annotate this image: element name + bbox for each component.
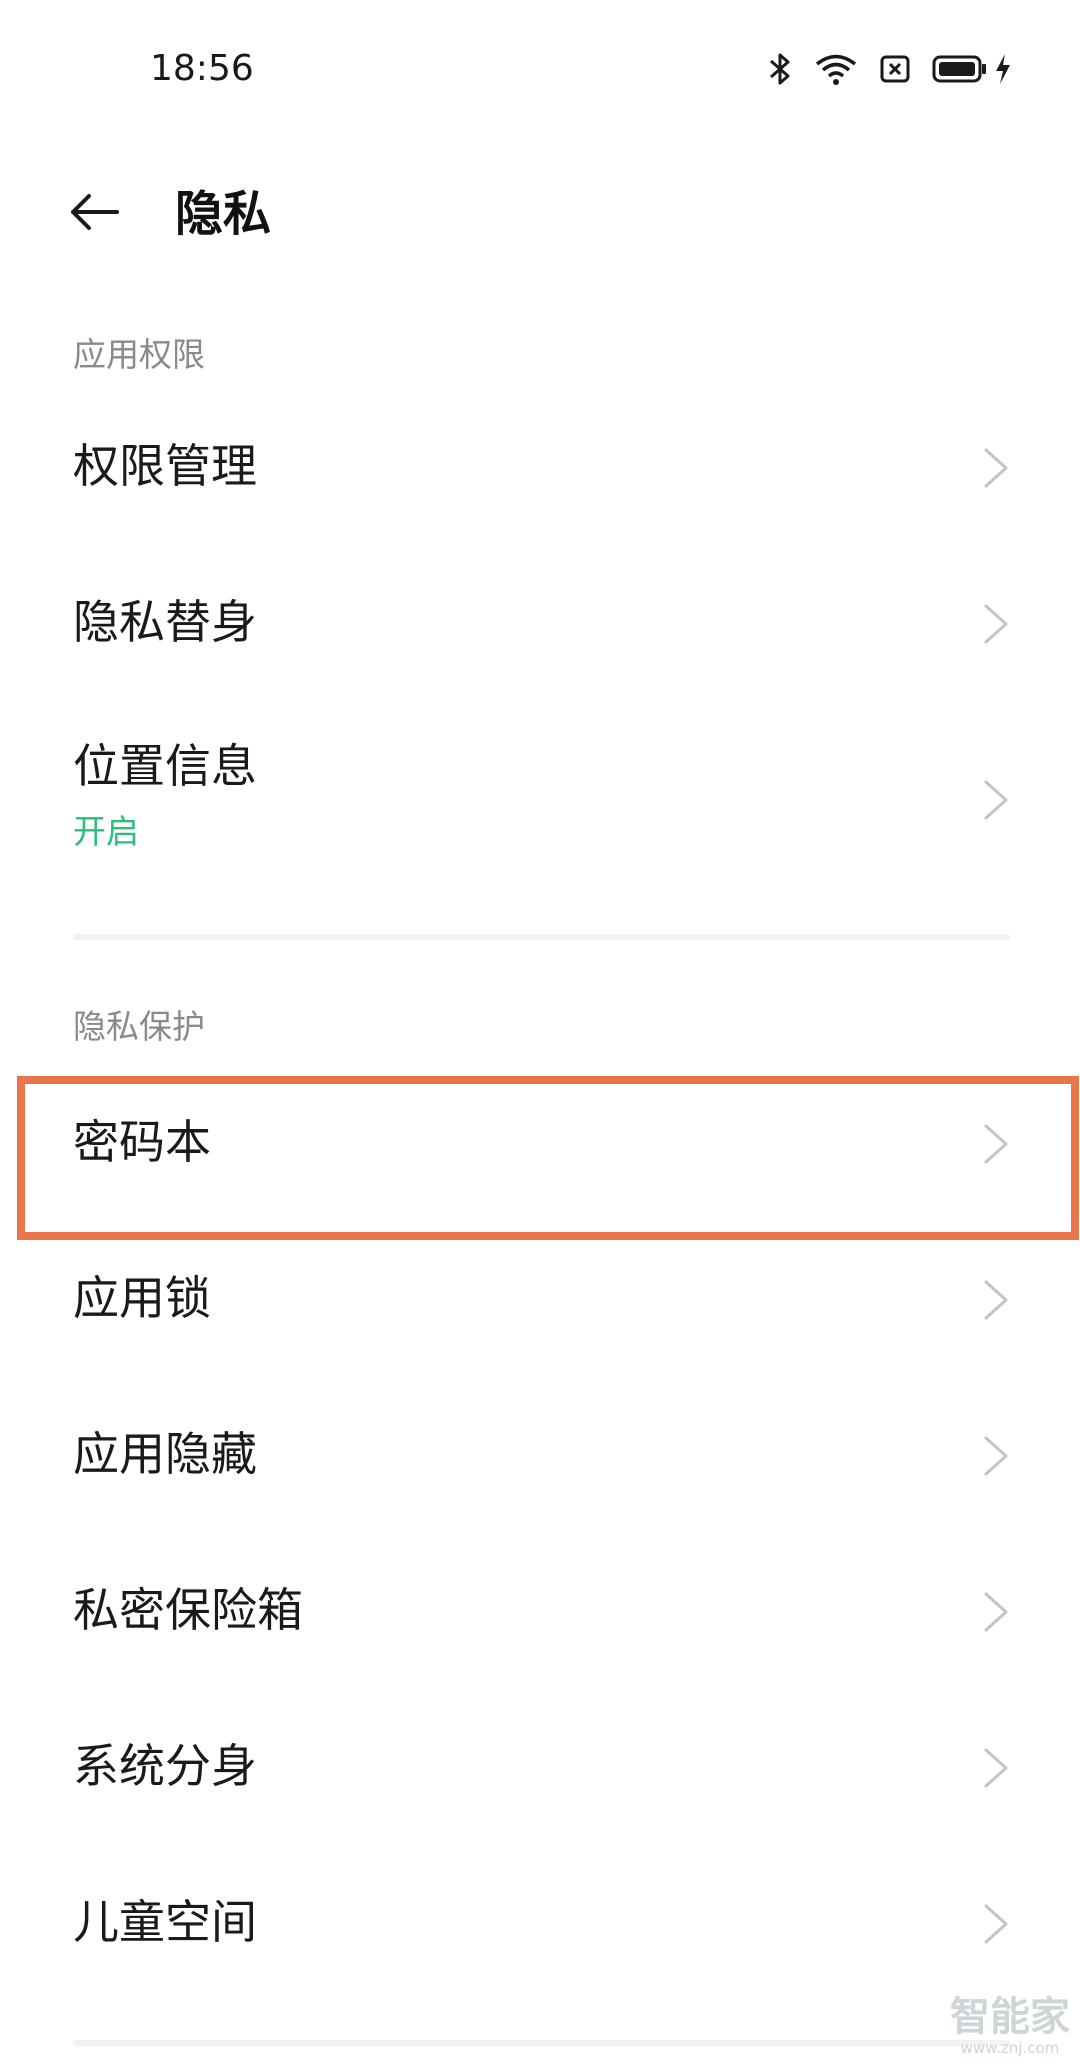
arrow-left-icon	[69, 192, 119, 236]
section-divider	[73, 934, 1010, 940]
status-time: 18:56	[150, 48, 254, 89]
list-item-kids-space[interactable]: 儿童空间	[0, 1864, 1080, 1984]
status-icons	[768, 52, 1012, 86]
list-item-label: 位置信息	[73, 739, 257, 793]
location-status: 开启	[73, 812, 139, 851]
watermark-sub: www.znj.com	[960, 2039, 1060, 2057]
list-item-label: 私密保险箱	[73, 1583, 303, 1637]
highlight-annotation	[17, 1076, 1079, 1240]
charging-icon	[994, 53, 1012, 85]
list-item-label: 隐私替身	[73, 595, 257, 649]
chevron-right-icon	[980, 1588, 1012, 1636]
list-item-label: 应用锁	[73, 1271, 211, 1325]
list-item-location[interactable]: 位置信息 开启	[0, 720, 1080, 880]
chevron-right-icon	[980, 1744, 1012, 1792]
chevron-right-icon	[980, 444, 1012, 492]
chevron-right-icon	[980, 600, 1012, 648]
chevron-right-icon	[980, 776, 1012, 824]
back-button[interactable]	[64, 184, 124, 244]
list-item-permission-management[interactable]: 权限管理	[0, 408, 1080, 528]
list-item-label: 儿童空间	[73, 1895, 257, 1949]
section-title-privacy-protection: 隐私保护	[73, 1007, 205, 1046]
section-divider	[73, 2040, 1010, 2046]
list-item-privacy-substitute[interactable]: 隐私替身	[0, 564, 1080, 684]
sim-blocked-icon	[880, 54, 910, 84]
section-title-app-permissions: 应用权限	[73, 335, 205, 374]
watermark-main: 智能家	[950, 1994, 1070, 2040]
chevron-right-icon	[980, 1276, 1012, 1324]
bluetooth-icon	[768, 52, 792, 86]
list-item-label: 应用隐藏	[73, 1427, 257, 1481]
list-item-private-safe[interactable]: 私密保险箱	[0, 1552, 1080, 1672]
page-title: 隐私	[175, 186, 272, 242]
chevron-right-icon	[980, 1432, 1012, 1480]
wifi-icon	[814, 52, 858, 86]
battery-icon	[932, 54, 988, 84]
list-item-system-clone[interactable]: 系统分身	[0, 1708, 1080, 1828]
chevron-right-icon	[980, 1900, 1012, 1948]
list-item-label: 权限管理	[73, 439, 257, 493]
list-item-app-hide[interactable]: 应用隐藏	[0, 1396, 1080, 1516]
status-bar: 18:56	[0, 0, 1080, 150]
header: 隐私	[0, 170, 1080, 260]
list-item-label: 系统分身	[73, 1739, 257, 1793]
watermark-logo: 智能家 www.znj.com	[950, 1995, 1070, 2057]
list-item-app-lock[interactable]: 应用锁	[0, 1240, 1080, 1360]
